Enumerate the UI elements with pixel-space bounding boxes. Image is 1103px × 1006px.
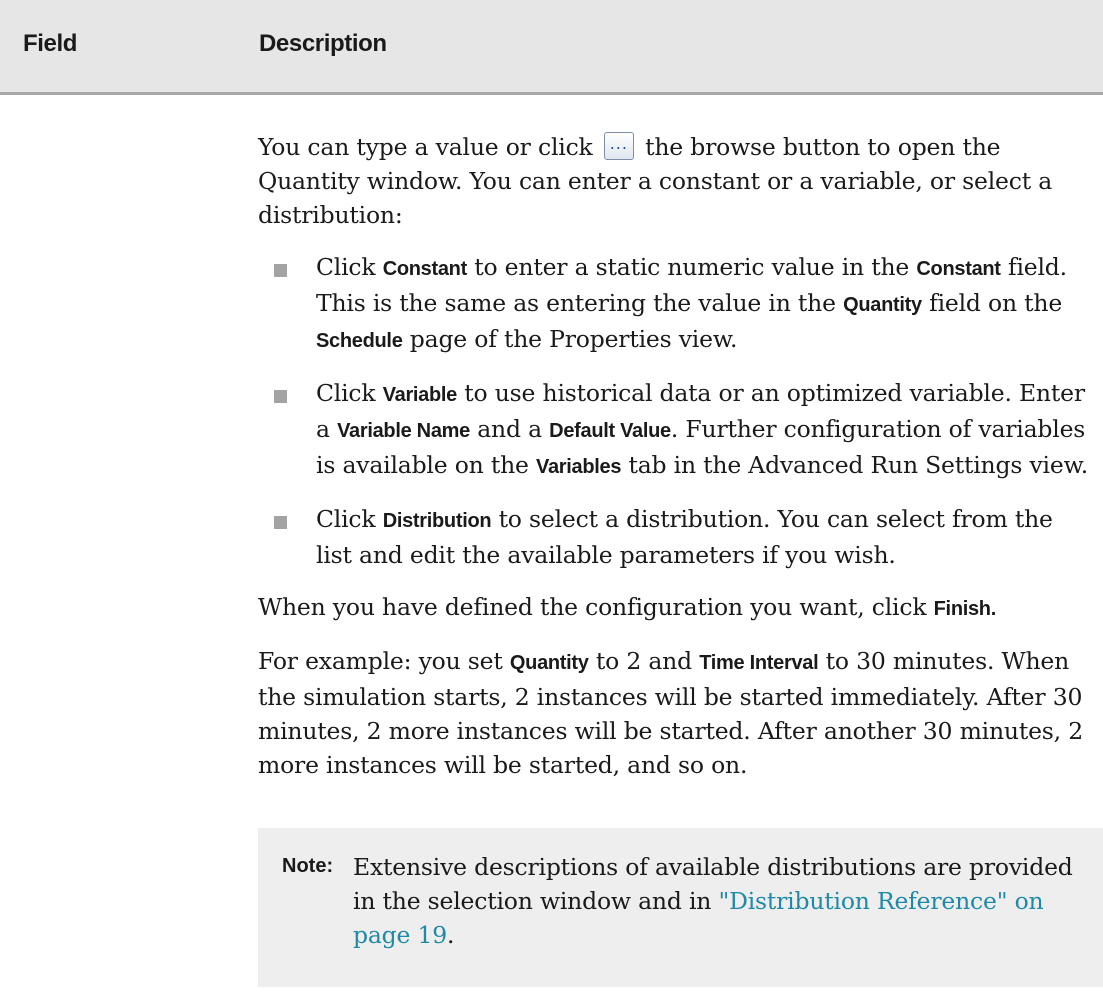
field-column-header: Field — [23, 30, 78, 57]
option-distribution: Click Distribution to select a distribut… — [258, 502, 1090, 572]
time-interval-term: Time Interval — [699, 652, 819, 674]
quantity-term: Quantity — [509, 652, 589, 674]
note-text: Extensive descriptions of available dist… — [353, 853, 1073, 949]
option-distribution-text: Click Distribution to select a distribut… — [316, 505, 1053, 569]
schedule-term: Schedule — [316, 330, 403, 352]
description-cell: You can type a value or click ... the br… — [258, 130, 1090, 800]
option-variable: Click Variable to use historical data or… — [258, 376, 1090, 484]
option-constant-text: Click Constant to enter a static numeric… — [316, 253, 1067, 353]
example-paragraph: For example: you set Quantity to 2 and T… — [258, 647, 1083, 779]
intro-paragraph: You can type a value or click ... the br… — [258, 130, 1090, 232]
table-header: Field Description — [0, 0, 1103, 95]
default-value-term: Default Value — [549, 420, 671, 442]
note-label: Note: — [282, 855, 334, 877]
variables-tab-term: Variables — [536, 456, 622, 478]
note-box: Note: Extensive descriptions of availabl… — [258, 828, 1103, 987]
variable-name-term: Variable Name — [337, 420, 470, 442]
square-bullet-icon — [274, 390, 287, 403]
option-constant: Click Constant to enter a static numeric… — [258, 250, 1090, 358]
intro-text-start: You can type a value or click — [258, 133, 600, 161]
constant-field-term: Constant — [916, 258, 1001, 280]
square-bullet-icon — [274, 264, 287, 277]
description-column-header: Description — [259, 30, 387, 57]
finish-paragraph: When you have defined the configuration … — [258, 593, 997, 621]
variable-term: Variable — [382, 384, 458, 406]
option-list: Click Constant to enter a static numeric… — [258, 250, 1090, 572]
browse-button[interactable]: ... — [603, 132, 634, 160]
finish-term: Finish. — [933, 598, 997, 620]
constant-term: Constant — [382, 258, 468, 280]
browse-button-label: ... — [609, 134, 628, 153]
option-variable-text: Click Variable to use historical data or… — [316, 379, 1088, 479]
distribution-term: Distribution — [382, 510, 492, 532]
square-bullet-icon — [274, 516, 287, 529]
quantity-term: Quantity — [843, 294, 922, 316]
